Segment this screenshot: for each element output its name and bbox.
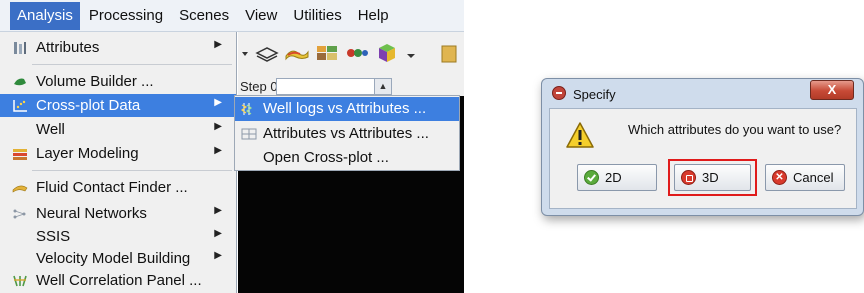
submenu-arrow-icon: ▶ (214, 228, 222, 239)
menu-view[interactable]: View (238, 2, 284, 30)
menu-item-neural-networks[interactable]: Neural Networks ▶ (0, 202, 236, 225)
submenu-arrow-icon: ▶ (214, 205, 222, 216)
menu-bar: Analysis Processing Scenes View Utilitie… (0, 0, 464, 32)
3d-button[interactable]: 3D (674, 164, 751, 191)
attributes-icon (14, 42, 26, 54)
cross-plot-icon (13, 100, 27, 112)
volume-blocks-icon[interactable] (314, 42, 340, 64)
volume-builder-icon (14, 78, 26, 86)
dropdown-arrow-icon[interactable] (240, 42, 250, 64)
surface-icon[interactable] (284, 42, 310, 64)
menu-item-layer-modeling[interactable]: Layer Modeling ▶ (0, 142, 236, 165)
menu-separator (32, 64, 232, 65)
attributes-grid-icon (241, 128, 257, 140)
menu-item-attributes[interactable]: Attributes ▶ (0, 36, 236, 59)
cross-plot-submenu: Well logs vs Attributes ... Attributes v… (234, 95, 460, 171)
cancel-icon: ✕ (772, 170, 787, 185)
analysis-menu: Attributes ▶ Volume Builder ... Cross-pl… (0, 32, 237, 293)
menu-item-velocity-model-building[interactable]: Velocity Model Building ▶ (0, 247, 236, 270)
3d-button-label: 3D (702, 170, 719, 185)
submenu-item-well-logs-vs-attributes[interactable]: Well logs vs Attributes ... (235, 97, 459, 121)
check-icon (584, 170, 599, 185)
menu-help[interactable]: Help (351, 2, 396, 30)
dropdown-arrow-icon[interactable] (404, 42, 418, 64)
step-row: Step 0 ▲ (238, 76, 464, 96)
menu-item-cross-plot-data[interactable]: Cross-plot Data ▶ (0, 94, 236, 117)
toolbar (238, 32, 464, 76)
cube-icon (681, 170, 696, 185)
menu-utilities[interactable]: Utilities (286, 2, 348, 30)
menu-item-well[interactable]: Well ▶ (0, 118, 236, 141)
submenu-arrow-icon: ▶ (214, 145, 222, 156)
cube-icon[interactable] (374, 42, 400, 64)
step-spinner[interactable]: ▲ (374, 78, 392, 95)
menu-processing[interactable]: Processing (82, 2, 170, 30)
warning-icon (566, 122, 594, 148)
step-label: Step 0 (240, 79, 278, 94)
menu-item-fluid-contact-finder[interactable]: Fluid Contact Finder ... (0, 176, 236, 199)
menu-item-volume-builder[interactable]: Volume Builder ... (0, 70, 236, 93)
dialog-title: Specify (573, 87, 616, 102)
layers-icon[interactable] (254, 42, 280, 64)
step-input[interactable] (276, 78, 376, 95)
dialog-message: Which attributes do you want to use? (628, 122, 842, 137)
specify-dialog: Specify X Which attributes do you want t… (541, 78, 864, 216)
submenu-arrow-icon: ▶ (214, 121, 222, 132)
submenu-arrow-icon: ▶ (214, 39, 222, 50)
submenu-arrow-icon: ▶ (214, 250, 222, 261)
well-log-icon (241, 103, 252, 115)
dialog-body: Which attributes do you want to use? 2D … (549, 108, 857, 209)
well-log-icon[interactable] (344, 42, 370, 64)
folder-icon[interactable] (438, 42, 464, 64)
dialog-title-bar[interactable]: Specify X (542, 79, 863, 107)
menu-separator (32, 170, 232, 171)
well-correlation-icon (13, 275, 27, 287)
layer-modeling-icon (13, 149, 27, 160)
menu-scenes[interactable]: Scenes (172, 2, 236, 30)
fluid-contact-icon (12, 185, 28, 193)
submenu-arrow-icon: ▶ (214, 97, 222, 108)
2d-button-label: 2D (605, 170, 622, 185)
close-button[interactable]: X (810, 80, 854, 100)
submenu-item-open-cross-plot[interactable]: Open Cross-plot ... (235, 146, 459, 170)
menu-item-well-correlation-panel[interactable]: Well Correlation Panel ... (0, 269, 236, 292)
menu-analysis[interactable]: Analysis (10, 1, 80, 30)
neural-network-icon (13, 209, 26, 219)
cancel-button[interactable]: ✕ Cancel (765, 164, 845, 191)
submenu-item-attributes-vs-attributes[interactable]: Attributes vs Attributes ... (235, 122, 459, 146)
app-icon (552, 86, 566, 100)
application-screenshot: Analysis Processing Scenes View Utilitie… (0, 0, 464, 293)
2d-button[interactable]: 2D (577, 164, 657, 191)
menu-item-ssis[interactable]: SSIS ▶ (0, 225, 236, 248)
cancel-button-label: Cancel (793, 170, 834, 185)
